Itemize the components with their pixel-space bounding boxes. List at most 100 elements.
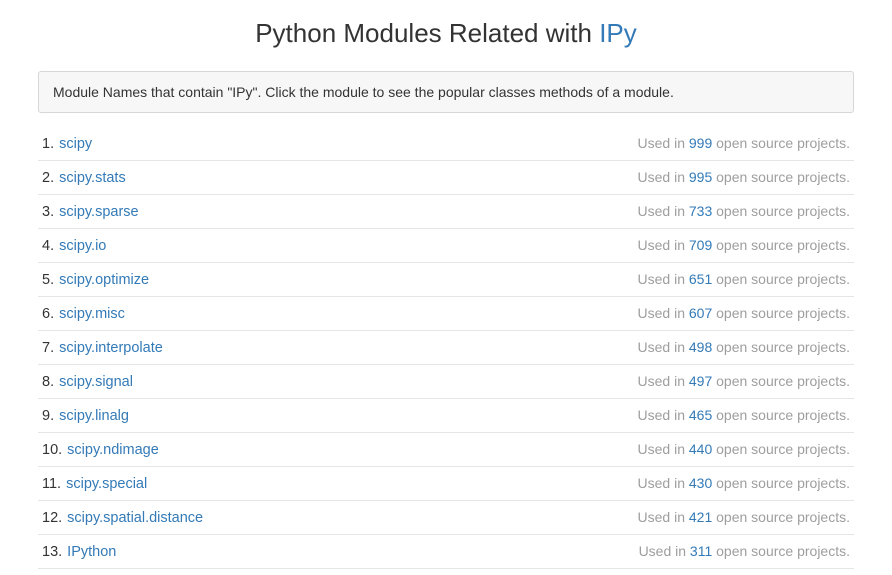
usage-text: Used in 733 open source projects. <box>638 203 850 219</box>
usage-text: Used in 440 open source projects. <box>638 441 850 457</box>
usage-prefix: Used in <box>638 203 689 219</box>
module-row: 9. scipy.linalg Used in 465 open source pr… <box>38 399 854 433</box>
usage-text: Used in 465 open source projects. <box>638 407 850 423</box>
usage-count: 651 <box>689 271 712 287</box>
usage-prefix: Used in <box>638 339 689 355</box>
row-number: 7. <box>42 340 54 356</box>
usage-count: 421 <box>689 509 712 525</box>
usage-text: Used in 311 open source projects. <box>639 543 850 559</box>
usage-count: 607 <box>689 305 712 321</box>
module-link[interactable]: scipy.stats <box>59 170 126 186</box>
usage-prefix: Used in <box>638 271 689 287</box>
usage-prefix: Used in <box>638 373 689 389</box>
usage-count: 465 <box>689 407 712 423</box>
module-link[interactable]: scipy.sparse <box>59 204 139 220</box>
notice-part2: ". Click the module to see the popular c… <box>253 84 674 100</box>
usage-suffix: open source projects. <box>712 237 850 253</box>
row-number: 3. <box>42 204 54 220</box>
usage-text: Used in 497 open source projects. <box>638 373 850 389</box>
module-left: 1. scipy <box>42 136 92 152</box>
usage-prefix: Used in <box>638 407 689 423</box>
usage-prefix: Used in <box>638 169 689 185</box>
usage-text: Used in 999 open source projects. <box>638 135 850 151</box>
title-keyword: IPy <box>599 18 637 48</box>
usage-prefix: Used in <box>638 135 689 151</box>
row-number: 11. <box>42 476 61 492</box>
module-left: 12. scipy.spatial.distance <box>42 510 203 526</box>
module-row: 6. scipy.misc Used in 607 open source proj… <box>38 297 854 331</box>
usage-prefix: Used in <box>638 475 689 491</box>
module-link[interactable]: scipy.io <box>59 238 106 254</box>
usage-count: 440 <box>689 441 712 457</box>
module-row: 8. scipy.signal Used in 497 open source pr… <box>38 365 854 399</box>
usage-suffix: open source projects. <box>712 135 850 151</box>
usage-text: Used in 421 open source projects. <box>638 509 850 525</box>
module-row: 10. scipy.ndimage Used in 440 open source … <box>38 433 854 467</box>
usage-count: 498 <box>689 339 712 355</box>
row-number: 6. <box>42 306 54 322</box>
usage-suffix: open source projects. <box>712 543 850 559</box>
usage-prefix: Used in <box>638 441 689 457</box>
usage-count: 497 <box>689 373 712 389</box>
usage-count: 311 <box>690 543 712 559</box>
usage-text: Used in 651 open source projects. <box>638 271 850 287</box>
usage-text: Used in 607 open source projects. <box>638 305 850 321</box>
module-row: 13.IPythonUsed in 311 open source projec… <box>38 535 854 569</box>
module-row: 3. scipy.sparse Used in 733 open source pr… <box>38 195 854 229</box>
module-row: 2. scipy.stats Used in 995 open source pro… <box>38 161 854 195</box>
module-left: 2. scipy.stats <box>42 170 126 186</box>
module-row: 5.scipy.optimize Used in 651 open source … <box>38 263 854 297</box>
usage-suffix: open source projects. <box>712 475 850 491</box>
usage-suffix: open source projects. <box>712 203 850 219</box>
usage-suffix: open source projects. <box>712 441 850 457</box>
module-row: 12. scipy.spatial.distance Used in 421 ope… <box>38 501 854 535</box>
usage-suffix: open source projects. <box>712 305 850 321</box>
module-row: 1. scipy Used in 999 open source projects. <box>38 127 854 161</box>
usage-text: Used in 498 open source projects. <box>638 339 850 355</box>
usage-count: 430 <box>689 475 712 491</box>
notice-part1: Module Names that contain " <box>53 84 232 100</box>
row-number: 12. <box>42 510 62 526</box>
usage-suffix: open source projects. <box>712 271 850 287</box>
module-link[interactable]: scipy.interpolate <box>59 340 163 356</box>
usage-suffix: open source projects. <box>712 407 850 423</box>
usage-count: 999 <box>689 135 712 151</box>
module-left: 9. scipy.linalg <box>42 408 129 424</box>
module-link[interactable]: scipy.linalg <box>59 408 129 424</box>
module-row: 7. scipy.interpolate Used in 498 open sour… <box>38 331 854 365</box>
module-left: 5.scipy.optimize <box>42 272 149 288</box>
module-link[interactable]: scipy.special <box>66 476 147 492</box>
row-number: 1. <box>42 136 54 152</box>
usage-text: Used in 995 open source projects. <box>638 169 850 185</box>
module-link[interactable]: scipy.ndimage <box>67 442 159 458</box>
usage-suffix: open source projects. <box>712 339 850 355</box>
usage-text: Used in 709 open source projects. <box>638 237 850 253</box>
usage-prefix: Used in <box>638 509 689 525</box>
module-link[interactable]: scipy.spatial.distance <box>67 510 203 526</box>
row-number: 8. <box>42 374 54 390</box>
usage-text: Used in 430 open source projects. <box>638 475 850 491</box>
module-list: 1. scipy Used in 999 open source projects.… <box>38 127 854 569</box>
row-number: 9. <box>42 408 54 424</box>
notice-keyword: IPy <box>232 84 252 100</box>
module-link[interactable]: IPython <box>67 544 116 560</box>
module-left: 8. scipy.signal <box>42 374 133 390</box>
usage-count: 709 <box>689 237 712 253</box>
usage-suffix: open source projects. <box>712 169 850 185</box>
module-row: 4.scipy.ioUsed in 709 open source projec… <box>38 229 854 263</box>
usage-suffix: open source projects. <box>712 373 850 389</box>
notice-box: Module Names that contain "IPy". Click t… <box>38 71 854 113</box>
module-link[interactable]: scipy.signal <box>59 374 133 390</box>
row-number: 2. <box>42 170 54 186</box>
module-link[interactable]: scipy.misc <box>59 306 125 322</box>
module-left: 10. scipy.ndimage <box>42 442 159 458</box>
usage-count: 995 <box>689 169 712 185</box>
module-left: 3. scipy.sparse <box>42 204 139 220</box>
module-link[interactable]: scipy <box>59 136 92 152</box>
row-number: 10. <box>42 442 62 458</box>
title-prefix: Python Modules Related with <box>255 18 599 48</box>
usage-prefix: Used in <box>639 543 690 559</box>
usage-prefix: Used in <box>638 237 689 253</box>
module-link[interactable]: scipy.optimize <box>59 272 149 288</box>
usage-suffix: open source projects. <box>712 509 850 525</box>
